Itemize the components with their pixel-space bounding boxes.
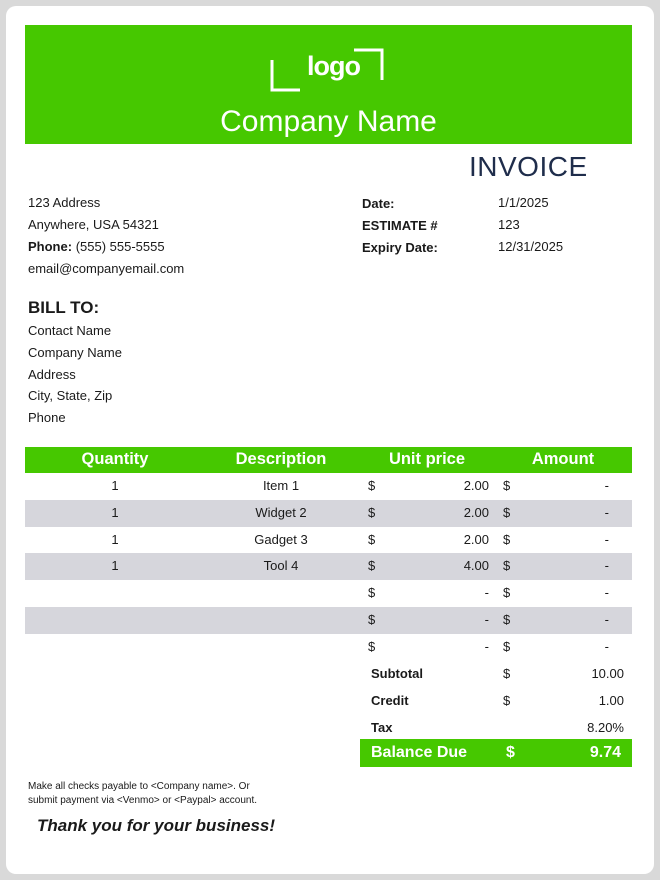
meta-label: Expiry Date: [362, 240, 438, 255]
subtotal-label: Subtotal [371, 666, 423, 681]
cell-amount-currency: $ [503, 612, 511, 627]
bill-to-line: City, State, Zip [28, 388, 113, 403]
cell-unit-currency: $ [368, 639, 376, 654]
company-name: Company Name [220, 105, 437, 138]
table-row: $ - $ - [25, 607, 632, 634]
cell-amount-currency: $ [503, 478, 511, 493]
cell-unit-price: - [484, 585, 489, 600]
thank-you-message: Thank you for your business! [37, 816, 276, 835]
meta-value: 12/31/2025 [498, 239, 564, 254]
bill-to-line: Phone [28, 410, 66, 425]
table-row: 1 Gadget 3 $ 2.00 $ - [25, 527, 632, 554]
tax-value: 8.20% [587, 720, 624, 735]
cell-unit-price: 2.00 [463, 505, 489, 520]
tax-label: Tax [371, 720, 393, 735]
balance-due-bar: Balance Due $ 9.74 [360, 739, 632, 767]
cell-unit-currency: $ [368, 585, 376, 600]
cell-unit-currency: $ [368, 558, 376, 573]
subtotal-currency: $ [503, 666, 511, 681]
cell-amount-currency: $ [503, 532, 511, 547]
cell-amount-currency: $ [503, 639, 511, 654]
cell-unit-currency: $ [368, 478, 376, 493]
phone-value: (555) 555-5555 [75, 239, 165, 254]
column-header-amount: Amount [531, 450, 595, 468]
cell-unit-currency: $ [368, 612, 376, 627]
payment-note-line: Make all checks payable to <Company name… [28, 781, 250, 792]
credit-currency: $ [503, 693, 511, 708]
phone-label: Phone: [28, 239, 73, 254]
credit-value: 1.00 [598, 693, 624, 708]
cell-amount: - [604, 532, 609, 547]
column-header-quantity: Quantity [81, 450, 149, 468]
table-row: 1 Item 1 $ 2.00 $ - [25, 473, 632, 500]
meta-label: Date: [362, 196, 395, 211]
balance-due-value: 9.74 [589, 744, 621, 761]
table-row: $ - $ - [25, 634, 632, 661]
cell-description: Gadget 3 [254, 532, 308, 547]
company-email[interactable]: email@companyemail.com [28, 261, 184, 277]
table-row: 1 Widget 2 $ 2.00 $ - [25, 500, 632, 527]
cell-amount: - [604, 478, 609, 493]
items-table-header: Quantity Description Unit price Amount [25, 447, 632, 473]
column-header-description: Description [235, 450, 327, 468]
cell-unit-price: 4.00 [463, 558, 489, 573]
subtotal-value: 10.00 [591, 666, 624, 681]
cell-description: Widget 2 [255, 505, 307, 520]
meta-value: 1/1/2025 [498, 195, 549, 210]
bill-to-line: Address [28, 367, 76, 382]
cell-unit-price: - [484, 612, 489, 627]
cell-description: Tool 4 [263, 558, 299, 573]
cell-amount: - [604, 505, 609, 520]
credit-label: Credit [371, 693, 409, 708]
cell-quantity: 1 [111, 505, 119, 520]
meta-label: ESTIMATE # [362, 218, 438, 233]
meta-value: 123 [498, 217, 520, 232]
bill-to-line: Company Name [28, 345, 122, 360]
cell-description: Item 1 [262, 478, 300, 493]
company-address: 123 Address [28, 195, 101, 210]
cell-amount-currency: $ [503, 585, 511, 600]
company-city: Anywhere, USA 54321 [28, 217, 159, 232]
payment-note-line: submit payment via <Venmo> or <Paypal> a… [28, 795, 258, 806]
company-phone: Phone: (555) 555-5555 [28, 239, 165, 255]
cell-quantity: 1 [111, 558, 119, 573]
balance-due-currency: $ [506, 744, 515, 761]
cell-amount: - [604, 612, 609, 627]
cell-unit-currency: $ [368, 532, 376, 547]
cell-unit-currency: $ [368, 505, 376, 520]
column-header-unit-price: Unit price [388, 450, 466, 468]
cell-amount: - [604, 558, 609, 573]
logo-text: logo [307, 51, 361, 81]
balance-due-label: Balance Due [371, 744, 468, 761]
bill-to-heading: BILL TO: [28, 298, 100, 317]
table-row: $ - $ - [25, 580, 632, 607]
table-row: 1 Tool 4 $ 4.00 $ - [25, 553, 632, 580]
cell-amount-currency: $ [503, 558, 511, 573]
cell-unit-price: 2.00 [463, 532, 489, 547]
cell-unit-price: 2.00 [463, 478, 489, 493]
cell-amount-currency: $ [503, 505, 511, 520]
cell-unit-price: - [484, 639, 489, 654]
cell-quantity: 1 [111, 478, 119, 493]
cell-quantity: 1 [111, 532, 119, 547]
bill-to-line: Contact Name [28, 323, 112, 338]
cell-amount: - [604, 639, 609, 654]
document-title: INVOICE [469, 151, 588, 182]
cell-amount: - [604, 585, 609, 600]
